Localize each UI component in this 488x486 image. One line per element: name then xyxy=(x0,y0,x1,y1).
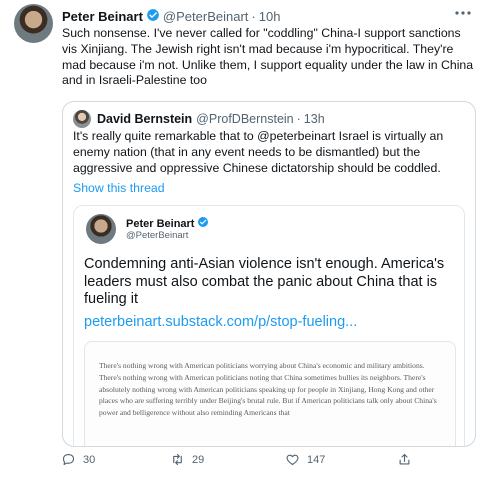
quoted-author-handle: @ProfDBernstein xyxy=(196,112,294,126)
share-icon xyxy=(399,453,410,465)
reply-icon xyxy=(62,453,75,466)
embedded-verified-badge-icon xyxy=(197,216,209,231)
embedded-headline: Condemning anti-Asian violence isn't eno… xyxy=(84,256,445,307)
retweet-icon xyxy=(173,453,182,466)
like-icon xyxy=(286,454,299,466)
embedded-avatar xyxy=(86,214,116,244)
show-thread-link[interactable]: Show this thread xyxy=(73,181,165,195)
separator: · xyxy=(251,9,256,24)
embedded-author-handle: @PeterBeinart xyxy=(126,230,189,241)
quoted-separator: · xyxy=(296,112,301,126)
author-name[interactable]: Peter Beinart xyxy=(62,9,143,24)
embedded-screenshot: Peter Beinart @PeterBeinart Condemning a… xyxy=(73,205,465,446)
like-button[interactable]: 147 xyxy=(285,452,325,467)
tweet-header: Peter Beinart @PeterBeinart · 10h xyxy=(62,8,280,25)
author-handle[interactable]: @PeterBeinart xyxy=(163,9,248,24)
retweet-button[interactable]: 29 xyxy=(170,452,204,467)
quoted-avatar xyxy=(73,110,91,128)
quoted-timestamp: 13h xyxy=(303,112,325,126)
embedded-excerpt-image: There's nothing wrong with American poli… xyxy=(84,341,456,446)
share-button[interactable] xyxy=(397,452,419,467)
like-count: 147 xyxy=(307,453,326,466)
reply-count: 30 xyxy=(83,453,96,466)
embedded-author-name: Peter Beinart xyxy=(126,217,195,230)
embedded-excerpt-text: There's nothing wrong with American poli… xyxy=(99,361,437,418)
timestamp[interactable]: 10h xyxy=(259,9,281,24)
tweet-actions: 30 29 147 xyxy=(55,452,425,474)
avatar[interactable] xyxy=(14,4,53,43)
verified-badge-icon xyxy=(146,8,160,25)
reply-button[interactable]: 30 xyxy=(61,452,95,467)
quoted-tweet-text: It's really quite remarkable that to @pe… xyxy=(73,129,444,175)
quoted-author-name: David Bernstein xyxy=(97,112,193,126)
quoted-tweet-header: David Bernstein @ProfDBernstein · 13h xyxy=(73,110,325,128)
tweet-text: Such nonsense. I've never called for "co… xyxy=(62,26,474,88)
embedded-link: peterbeinart.substack.com/p/stop-fueling… xyxy=(84,314,358,330)
quoted-tweet[interactable]: David Bernstein @ProfDBernstein · 13h It… xyxy=(62,101,476,447)
tweet[interactable]: Peter Beinart @PeterBeinart · 10h Such n… xyxy=(0,0,488,486)
retweet-count: 29 xyxy=(192,453,205,466)
embedded-author-row: Peter Beinart xyxy=(126,216,212,231)
more-icon[interactable] xyxy=(454,6,472,20)
